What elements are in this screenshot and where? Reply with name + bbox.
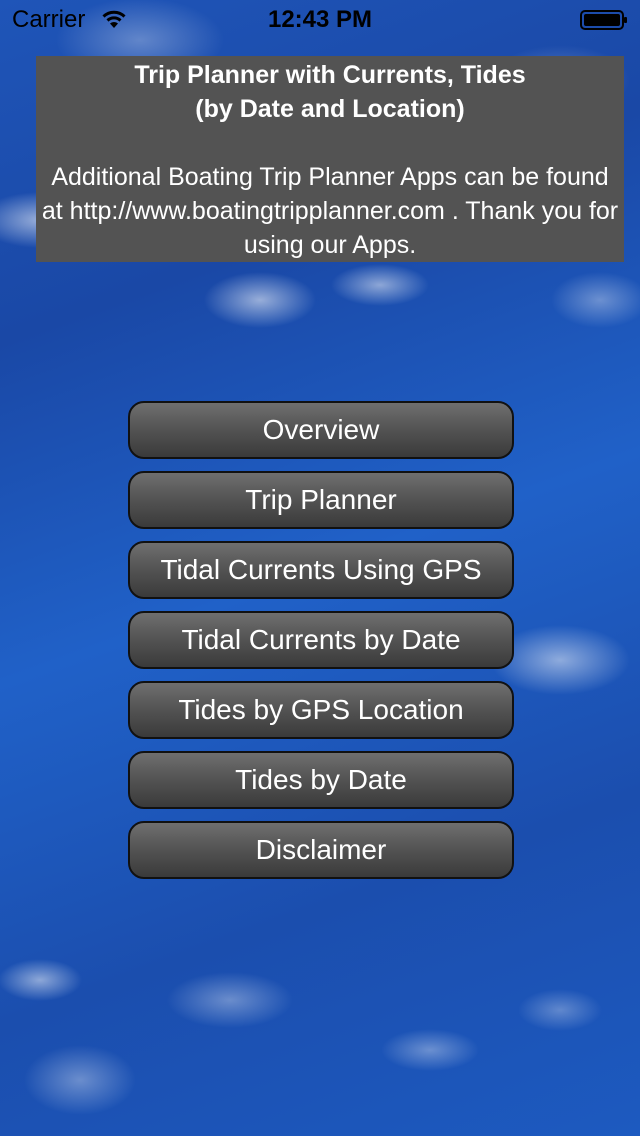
info-message: Additional Boating Trip Planner Apps can…	[41, 163, 619, 259]
overview-button[interactable]: Overview	[128, 401, 514, 459]
tides-by-date-button[interactable]: Tides by Date	[128, 751, 514, 809]
battery-icon	[580, 10, 628, 30]
trip-planner-button[interactable]: Trip Planner	[128, 471, 514, 529]
app-title: Trip Planner with Currents, Tides	[134, 61, 526, 89]
status-bar: Carrier 12:43 PM	[0, 0, 640, 40]
tidal-currents-date-button[interactable]: Tidal Currents by Date	[128, 611, 514, 669]
tides-gps-location-button[interactable]: Tides by GPS Location	[128, 681, 514, 739]
tidal-currents-gps-button[interactable]: Tidal Currents Using GPS	[128, 541, 514, 599]
ocean-background: Carrier 12:43 PM Trip Planner with Curre…	[0, 0, 640, 1136]
main-menu: Overview Trip Planner Tidal Currents Usi…	[128, 401, 514, 891]
app-subtitle: (by Date and Location)	[195, 95, 465, 123]
status-time: 12:43 PM	[267, 6, 373, 33]
info-panel: Trip Planner with Currents, Tides (by Da…	[36, 56, 624, 262]
disclaimer-button[interactable]: Disclaimer	[128, 821, 514, 879]
